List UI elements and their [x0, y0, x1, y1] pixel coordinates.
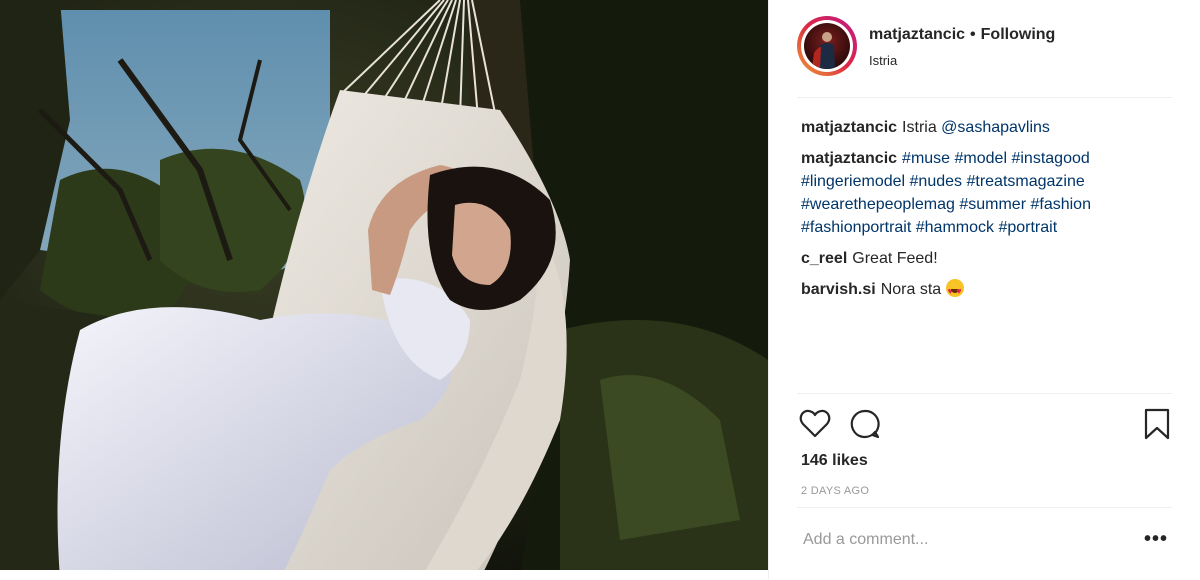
comment-username[interactable]: c_reel — [801, 250, 847, 267]
mention-link[interactable]: @sashapavlins — [941, 119, 1050, 136]
photo-bottom-edge — [0, 570, 768, 579]
heart-icon[interactable] — [799, 408, 831, 443]
hashtag-link[interactable]: #model — [955, 150, 1007, 167]
person-silhouette-icon — [812, 32, 835, 69]
post-photo[interactable] — [0, 0, 768, 579]
hashtag-link[interactable]: #instagood — [1011, 150, 1089, 167]
username-link[interactable]: matjaztancic — [869, 26, 965, 43]
username-row: matjaztancic • Following — [869, 26, 1055, 44]
post-details-panel: matjaztancic • Following Istria matjaztanc… — [768, 0, 1200, 579]
avatar-story-ring[interactable] — [797, 16, 857, 76]
following-button[interactable]: Following — [981, 26, 1056, 43]
add-comment-input[interactable] — [801, 530, 1125, 550]
comment-text: Great Feed! — [852, 250, 938, 267]
hashtag-link[interactable]: #summer — [959, 196, 1026, 213]
separator-dot: • — [970, 26, 976, 43]
hashtag-link[interactable]: #nudes — [910, 173, 963, 190]
comment-item: matjaztancic Istria @sashapavlins — [801, 116, 1172, 139]
comment-item: c_reel Great Feed! — [801, 247, 1172, 270]
comment-item: barvish.si Nora sta — [801, 278, 1172, 303]
comment-text: Nora sta — [880, 281, 946, 298]
more-options-icon[interactable]: ••• — [1144, 529, 1168, 549]
comment-username[interactable]: matjaztancic — [801, 119, 897, 136]
post-header: matjaztancic • Following Istria — [797, 16, 1172, 98]
avatar[interactable] — [801, 20, 853, 72]
hashtag-link[interactable]: #fashion — [1030, 196, 1091, 213]
location-link[interactable]: Istria — [869, 53, 897, 68]
hashtag-link[interactable]: #fashionportrait — [801, 219, 911, 236]
add-comment-section: ••• — [797, 507, 1172, 580]
comment-username[interactable]: barvish.si — [801, 281, 876, 298]
comment-username[interactable]: matjaztancic — [801, 150, 897, 167]
bookmark-icon[interactable] — [1144, 408, 1170, 445]
post-actions: 146 likes 2 DAYS AGO — [797, 393, 1172, 504]
hashtag-link[interactable]: #hammock — [916, 219, 994, 236]
comments-list: matjaztancic Istria @sashapavlins matjazt… — [801, 116, 1172, 309]
comment-item: matjaztancic #muse #model #instagood #ling… — [801, 147, 1172, 239]
heart-eyes-emoji-icon — [945, 279, 964, 303]
hashtag-link[interactable]: #treatsmagazine — [966, 173, 1084, 190]
speech-bubble-icon[interactable] — [849, 408, 881, 445]
hashtag-link[interactable]: #wearethepeoplemag — [801, 196, 955, 213]
likes-count[interactable]: 146 likes — [801, 452, 868, 470]
avatar-image — [804, 23, 850, 69]
hashtag-link[interactable]: #lingeriemodel — [801, 173, 905, 190]
photo-woman-in-hammock — [0, 0, 768, 579]
hashtag-link[interactable]: #portrait — [998, 219, 1057, 236]
post-timestamp[interactable]: 2 DAYS AGO — [801, 485, 869, 497]
hashtag-link[interactable]: #muse — [902, 150, 950, 167]
comment-text: Istria — [902, 119, 942, 136]
